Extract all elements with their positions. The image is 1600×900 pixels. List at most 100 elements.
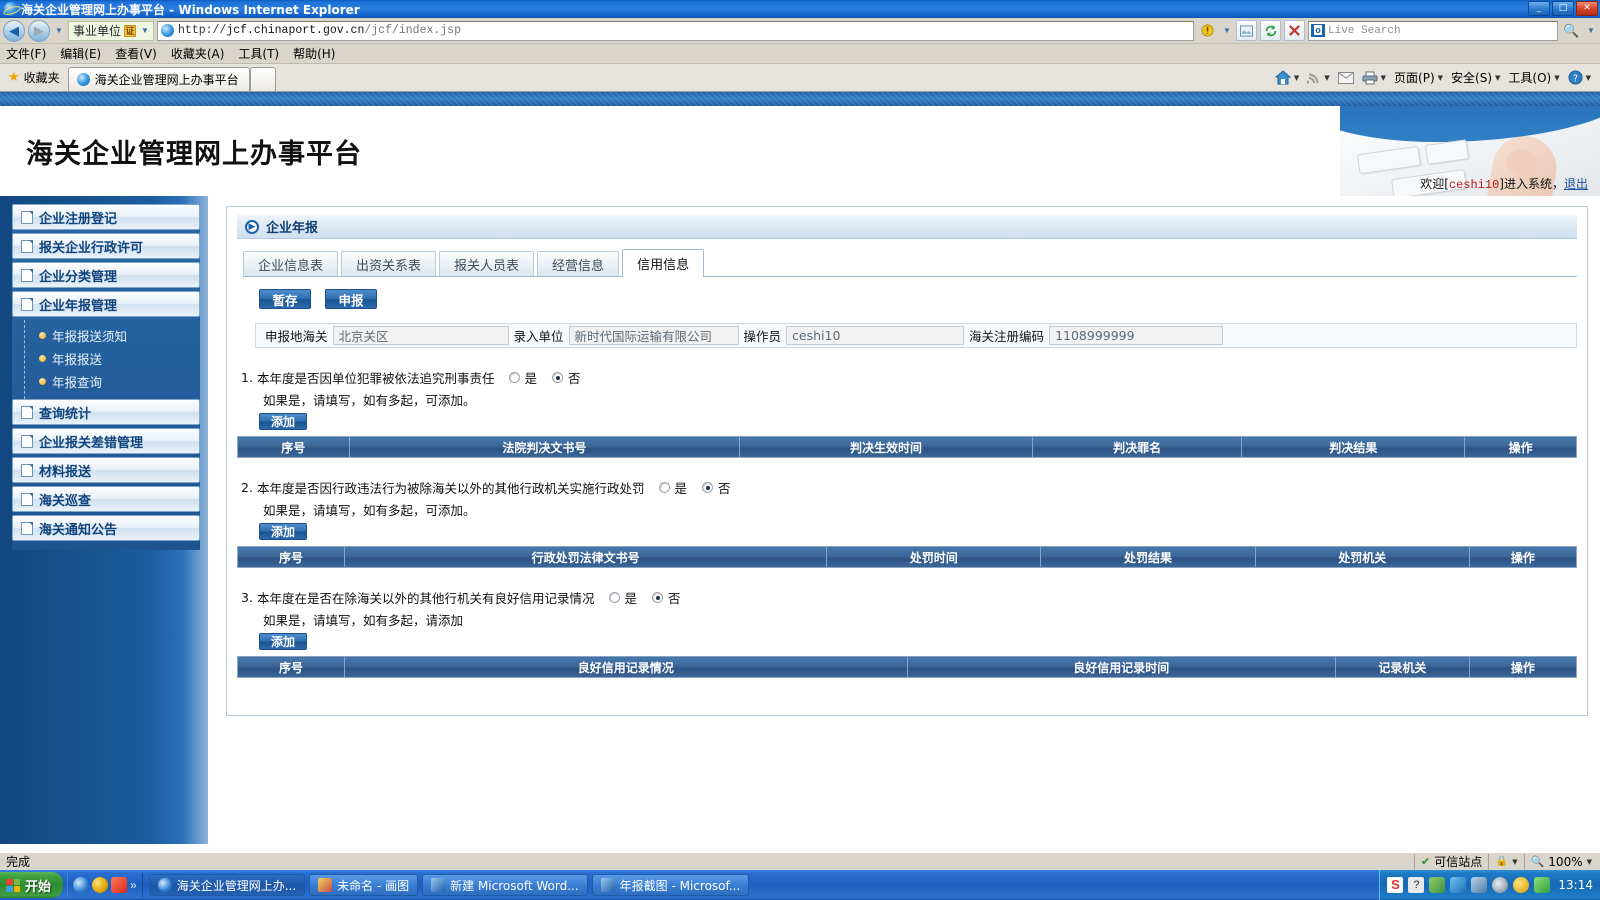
help-tray-icon[interactable]: ? (1408, 877, 1424, 893)
declaration-customs-field[interactable]: 北京关区 (333, 326, 509, 345)
sogou-input-icon[interactable]: S (1387, 877, 1403, 893)
save-draft-button[interactable]: 暂存 (259, 289, 311, 309)
minimize-button[interactable]: _ (1528, 1, 1550, 16)
question-1-add-button[interactable]: 添加 (259, 413, 307, 430)
search-input[interactable]: o Live Search (1308, 21, 1558, 41)
entry-unit-field[interactable]: 新时代国际运输有限公司 (569, 326, 739, 345)
network-tray-icon[interactable] (1471, 877, 1487, 893)
quick-launch-update-icon[interactable] (92, 877, 108, 893)
tab-investment-relations[interactable]: 出资关系表 (341, 251, 436, 276)
submit-button[interactable]: 申报 (325, 289, 377, 309)
zoom-control[interactable]: 🔍 100% ▼ (1524, 854, 1598, 870)
quick-launch-ie-icon[interactable] (73, 877, 89, 893)
refresh-icon[interactable] (1260, 20, 1281, 41)
paint-tray-icon[interactable] (1429, 877, 1445, 893)
security-zone[interactable]: ✔ 可信站点 (1414, 854, 1488, 870)
quick-launch-media-icon[interactable] (111, 877, 127, 893)
task-button[interactable]: 新建 Microsoft Word... (422, 874, 588, 896)
search-go-icon[interactable]: 🔍 (1561, 20, 1582, 41)
security-tray-icon[interactable] (1534, 877, 1550, 893)
search-options-caret-icon[interactable]: ▼ (1585, 26, 1597, 35)
sidebar-item-enterprise-registration[interactable]: 企业注册登记 (12, 204, 200, 230)
maximize-button[interactable]: □ (1552, 1, 1574, 16)
sidebar-item-annual-report-management[interactable]: 企业年报管理 (12, 291, 200, 317)
compatibility-view-icon[interactable] (1197, 20, 1218, 41)
certificate-caret-icon[interactable]: ▼ (139, 26, 151, 35)
certificate-indicator[interactable]: 事业单位 证 ▼ (68, 21, 154, 41)
print-caret-icon[interactable]: ▼ (1381, 74, 1386, 82)
compat-caret-icon[interactable]: ▼ (1221, 26, 1233, 35)
start-button[interactable]: 开始 (0, 872, 63, 898)
feeds-caret-icon[interactable]: ▼ (1324, 74, 1329, 82)
question-2-add-button[interactable]: 添加 (259, 523, 307, 540)
mail-button[interactable] (1335, 72, 1357, 84)
menu-file[interactable]: 文件(F) (6, 45, 46, 62)
help-caret-icon[interactable]: ▼ (1586, 74, 1591, 82)
volume-tray-icon[interactable] (1492, 877, 1508, 893)
feeds-button[interactable]: ▼ (1304, 71, 1332, 85)
page-preview-icon[interactable] (1236, 20, 1257, 41)
menu-edit[interactable]: 编辑(E) (60, 45, 101, 62)
task-button[interactable]: 未命名 - 画图 (309, 874, 418, 896)
customs-code-field[interactable]: 1108999999 (1049, 326, 1223, 345)
recent-pages-dropdown-icon[interactable]: ▼ (53, 26, 65, 35)
home-caret-icon[interactable]: ▼ (1294, 74, 1299, 82)
operator-field[interactable]: ceshi10 (786, 326, 964, 345)
favorites-button[interactable]: ★ 收藏夹 (0, 64, 68, 91)
quick-launch-expand-icon[interactable]: » (130, 878, 137, 892)
logout-link[interactable]: 退出 (1564, 177, 1588, 191)
home-button[interactable]: ▼ (1272, 70, 1302, 85)
document-icon (21, 464, 33, 477)
sidebar-item-classification-management[interactable]: 企业分类管理 (12, 262, 200, 288)
tab-business-info[interactable]: 经营信息 (537, 251, 619, 276)
task-button[interactable]: 海关企业管理网上办... (149, 874, 305, 896)
sidebar-item-declaration-error-management[interactable]: 企业报关差错管理 (12, 428, 200, 454)
sidebar-item-customs-broker-license[interactable]: 报关企业行政许可 (12, 233, 200, 259)
print-button[interactable]: ▼ (1359, 71, 1389, 85)
menu-tools[interactable]: 工具(T) (238, 45, 279, 62)
command-page[interactable]: 页面(P) ▼ (1391, 69, 1446, 86)
back-button[interactable]: ◀ (3, 20, 25, 42)
sidebar-item-customs-inspection[interactable]: 海关巡查 (12, 486, 200, 512)
question-2-text: 本年度是否因行政违法行为被除海关以外的其他行政机关实施行政处罚 (257, 478, 645, 497)
question-2-radio-yes[interactable] (659, 482, 670, 493)
command-safety[interactable]: 安全(S) ▼ (1448, 69, 1503, 86)
close-button[interactable]: ✕ (1576, 1, 1598, 16)
picture-tray-icon[interactable] (1450, 877, 1466, 893)
menu-bar: 文件(F) 编辑(E) 查看(V) 收藏夹(A) 工具(T) 帮助(H) (0, 44, 1600, 64)
help-button[interactable]: ? ▼ (1565, 70, 1594, 85)
sidebar-item-query-statistics[interactable]: 查询统计 (12, 399, 200, 425)
question-1-radio-yes[interactable] (509, 372, 520, 383)
browser-tab[interactable]: 海关企业管理网上办事平台 (68, 67, 250, 91)
question-1-radio-no[interactable] (552, 372, 563, 383)
address-bar-url: http://jcf.chinaport.gov.cn/jcf/index.js… (178, 24, 461, 37)
sidebar-subitem-report-submit[interactable]: 年报报送 (39, 347, 200, 370)
question-1-hint: 如果是，请填写，如有多起，可添加。 (237, 390, 1577, 409)
protected-mode-indicator[interactable]: 🔒 ▼ (1488, 854, 1523, 870)
command-tools[interactable]: 工具(O) ▼ (1505, 69, 1562, 86)
task-button[interactable]: 年报截图 - Microsof... (592, 874, 750, 896)
entry-unit-label: 录入单位 (509, 326, 569, 345)
update-tray-icon[interactable] (1513, 877, 1529, 893)
forward-button[interactable]: ▶ (28, 20, 50, 42)
menu-help[interactable]: 帮助(H) (293, 45, 335, 62)
sidebar-item-material-submission[interactable]: 材料报送 (12, 457, 200, 483)
menu-view[interactable]: 查看(V) (115, 45, 157, 62)
address-bar[interactable]: http://jcf.chinaport.gov.cn/jcf/index.js… (157, 21, 1194, 41)
tab-enterprise-info[interactable]: 企业信息表 (243, 251, 338, 276)
tab-declaration-personnel[interactable]: 报关人员表 (439, 251, 534, 276)
tab-credit-info[interactable]: 信用信息 (622, 249, 704, 276)
question-2-radio-no[interactable] (702, 482, 713, 493)
sidebar-subitem-report-notice[interactable]: 年报报送须知 (39, 324, 200, 347)
menu-favorites[interactable]: 收藏夹(A) (171, 45, 225, 62)
question-3-add-button[interactable]: 添加 (259, 633, 307, 650)
question-3-radio-yes[interactable] (609, 592, 620, 603)
stop-icon[interactable] (1284, 20, 1305, 41)
sidebar-subitem-report-query[interactable]: 年报查询 (39, 370, 200, 393)
zoom-caret-icon[interactable]: ▼ (1587, 858, 1592, 866)
new-tab-button[interactable] (250, 67, 276, 91)
taskbar-clock[interactable]: 13:14 (1558, 878, 1593, 892)
protected-mode-caret-icon[interactable]: ▼ (1512, 858, 1517, 866)
sidebar-item-customs-announcements[interactable]: 海关通知公告 (12, 515, 200, 541)
question-3-radio-no[interactable] (652, 592, 663, 603)
